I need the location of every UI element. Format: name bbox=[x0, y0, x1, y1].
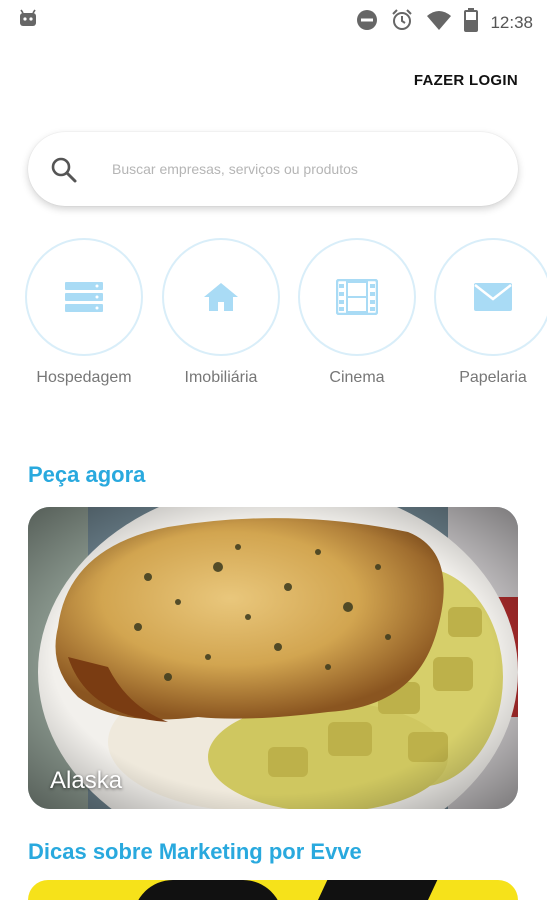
film-icon bbox=[336, 279, 378, 315]
server-icon bbox=[65, 282, 103, 312]
search-bar[interactable] bbox=[28, 132, 518, 206]
category-hospedagem[interactable]: Hospedagem bbox=[23, 238, 145, 387]
category-cinema[interactable]: Cinema bbox=[296, 238, 418, 387]
category-circle bbox=[162, 238, 280, 356]
battery-icon bbox=[464, 8, 479, 37]
marketing-tip-card[interactable] bbox=[28, 880, 518, 900]
category-label: Cinema bbox=[329, 369, 385, 386]
marketing-card-graphic bbox=[133, 880, 283, 900]
section-title-order-now: Peça agora bbox=[28, 462, 146, 487]
category-circle bbox=[434, 238, 547, 356]
category-label: Imobiliária bbox=[184, 369, 258, 386]
section-title-marketing-tips: Dicas sobre Marketing por Evve bbox=[28, 839, 362, 864]
category-circle bbox=[298, 238, 416, 356]
category-label: Papelaria bbox=[459, 369, 527, 386]
search-input[interactable] bbox=[112, 156, 492, 182]
marketing-card-graphic bbox=[308, 880, 438, 900]
do-not-disturb-icon bbox=[356, 9, 378, 36]
wifi-icon bbox=[426, 9, 452, 36]
search-icon[interactable] bbox=[50, 156, 78, 189]
login-button[interactable]: FAZER LOGIN bbox=[414, 72, 518, 89]
status-bar: 12:38 bbox=[0, 0, 547, 40]
category-label: Hospedagem bbox=[36, 369, 132, 386]
status-time: 12:38 bbox=[490, 12, 533, 32]
food-photo bbox=[28, 507, 518, 809]
restaurant-name: Alaska bbox=[50, 767, 123, 794]
category-carousel[interactable]: Hospedagem Imobiliária Cinema Papelaria bbox=[23, 238, 547, 398]
house-icon bbox=[204, 283, 238, 311]
category-papelaria[interactable]: Papelaria bbox=[432, 238, 547, 387]
category-imobiliaria[interactable]: Imobiliária bbox=[160, 238, 282, 387]
android-icon bbox=[18, 9, 38, 32]
category-circle bbox=[25, 238, 143, 356]
restaurant-card[interactable]: Alaska bbox=[28, 507, 518, 809]
alarm-icon bbox=[390, 8, 414, 37]
envelope-icon bbox=[474, 283, 512, 311]
